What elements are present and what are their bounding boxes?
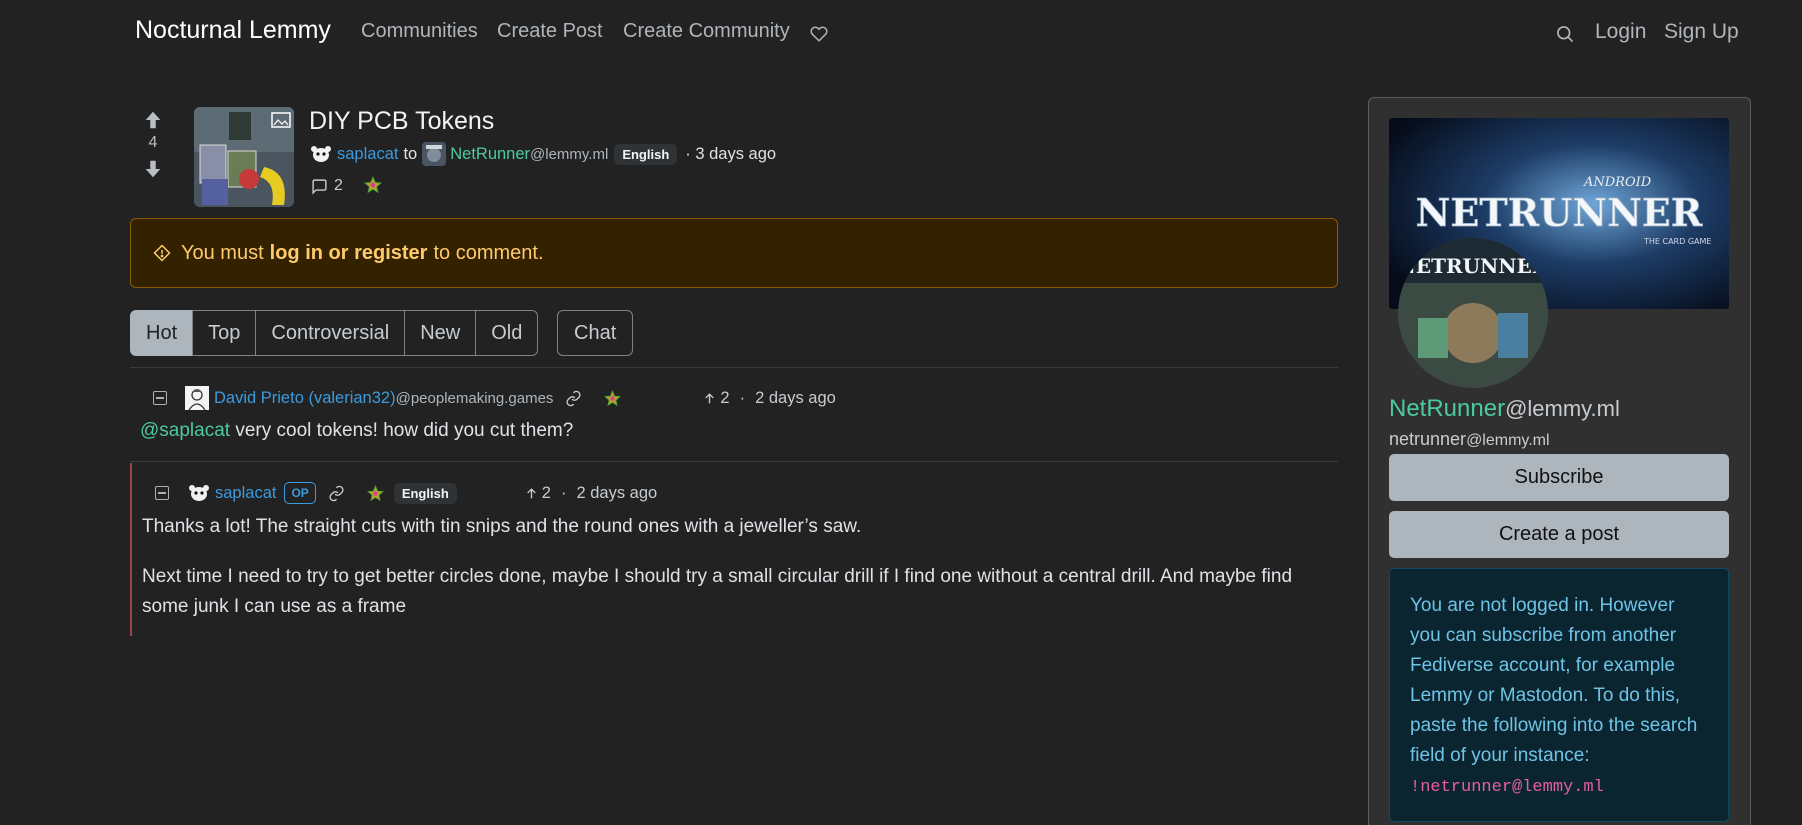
mention-link[interactable]: @saplacat xyxy=(140,420,230,441)
info-code: !netrunner@lemmy.ml xyxy=(1410,778,1604,797)
comment-author-link[interactable]: saplacat xyxy=(215,484,276,503)
community-avatar xyxy=(422,142,447,166)
handle-instance: @lemmy.ml xyxy=(1466,432,1550,449)
comment-score: 2 xyxy=(541,483,551,502)
subscribe-button[interactable]: Subscribe xyxy=(1389,454,1729,501)
comment-icon xyxy=(311,178,328,195)
post-author-link[interactable]: saplacat xyxy=(337,145,398,164)
divider xyxy=(130,461,1338,462)
comment-body: @saplacat very cool tokens! how did you … xyxy=(140,416,573,446)
language-badge: English xyxy=(614,143,678,165)
post-to-label: to xyxy=(403,144,418,163)
post-time: · 3 days ago xyxy=(685,144,777,163)
reply-thread-line xyxy=(130,463,132,636)
author-avatar xyxy=(309,142,333,166)
comment-paragraph: Thanks a lot! The straight cuts with tin… xyxy=(142,516,862,537)
sort-new[interactable]: New xyxy=(404,310,477,356)
nav-communities[interactable]: Communities xyxy=(361,20,478,43)
link-icon[interactable] xyxy=(328,485,345,502)
not-logged-in-info: You are not logged in. However you can s… xyxy=(1389,568,1729,822)
downvote-icon[interactable] xyxy=(142,158,164,180)
nav-create-community[interactable]: Create Community xyxy=(623,20,790,43)
alert-icon xyxy=(153,244,171,262)
sidebar-community-instance: @lemmy.ml xyxy=(1505,396,1620,421)
star-icon[interactable] xyxy=(366,484,384,502)
brand-link[interactable]: Nocturnal Lemmy xyxy=(135,16,331,45)
login-link[interactable]: Login xyxy=(1595,20,1646,44)
arrow-up-icon xyxy=(703,392,716,405)
sidebar-community-title[interactable]: NetRunner@lemmy.ml xyxy=(1389,395,1620,423)
star-icon[interactable] xyxy=(604,389,622,407)
commenter-avatar xyxy=(187,481,211,505)
comment-score: 2 xyxy=(720,388,730,407)
comment-author-link[interactable]: David Prieto (valerian32) xyxy=(214,389,396,408)
post-meta: saplacat to NetRunner @lemmy.ml English … xyxy=(309,142,776,166)
heart-icon[interactable] xyxy=(810,25,828,43)
post-thumbnail[interactable] xyxy=(194,107,294,207)
community-icon: NETRUNNER xyxy=(1398,238,1548,388)
collapse-icon[interactable] xyxy=(153,391,167,405)
create-post-button[interactable]: Create a post xyxy=(1389,511,1729,558)
post-score: 4 xyxy=(148,134,158,151)
arrow-up-icon xyxy=(525,487,538,500)
comment-header: David Prieto (valerian32) @peoplemaking.… xyxy=(153,386,836,410)
post-title[interactable]: DIY PCB Tokens xyxy=(309,107,494,136)
chat-button[interactable]: Chat xyxy=(557,310,634,356)
banner-subtitle: THE CARD GAME xyxy=(1643,237,1711,246)
comment-text: very cool tokens! how did you cut them? xyxy=(235,420,574,441)
collapse-icon[interactable] xyxy=(155,486,169,500)
comment-time: 2 days ago xyxy=(755,388,836,407)
banner-top-text: ANDROID xyxy=(1583,175,1652,190)
sort-button-group: Hot Top Controversial New Old xyxy=(130,310,539,356)
alert-suffix: to comment. xyxy=(433,241,544,264)
sort-controversial[interactable]: Controversial xyxy=(255,310,406,356)
comment-count: 2 xyxy=(334,177,343,194)
language-badge: English xyxy=(393,482,457,504)
op-badge: OP xyxy=(284,482,316,504)
nav-create-post[interactable]: Create Post xyxy=(497,20,603,43)
login-register-link[interactable]: log in or register xyxy=(270,242,428,265)
comment-author-instance: @peoplemaking.games xyxy=(395,389,554,407)
sort-top[interactable]: Top xyxy=(192,310,257,356)
star-icon[interactable] xyxy=(364,176,382,194)
divider xyxy=(130,367,1338,368)
sort-old[interactable]: Old xyxy=(475,310,539,356)
info-text: You are not logged in. However you can s… xyxy=(1410,595,1698,766)
sort-hot[interactable]: Hot xyxy=(130,310,194,356)
community-link[interactable]: NetRunner xyxy=(450,145,530,164)
sidebar-handle: netrunner@lemmy.ml xyxy=(1389,429,1550,450)
upvote-icon[interactable] xyxy=(142,109,164,131)
comment-header: saplacat OP English 2 · 2 days ago xyxy=(155,482,657,504)
banner-title: NETRUNNER xyxy=(1416,190,1703,235)
link-icon[interactable] xyxy=(565,390,582,407)
comment-count-button[interactable]: 2 xyxy=(311,177,343,195)
login-alert: You must log in or register to comment. xyxy=(130,218,1338,288)
community-instance: @lemmy.ml xyxy=(530,145,609,163)
sidebar-community-name[interactable]: NetRunner xyxy=(1389,395,1505,422)
signup-link[interactable]: Sign Up xyxy=(1664,20,1739,44)
comment-time: 2 days ago xyxy=(576,483,658,502)
commenter-avatar xyxy=(185,386,209,410)
search-icon[interactable] xyxy=(1555,24,1575,44)
comment-paragraph: Next time I need to try to get better ci… xyxy=(142,566,1293,617)
handle-name: netrunner xyxy=(1389,429,1467,449)
alert-prefix: You must xyxy=(181,241,264,264)
